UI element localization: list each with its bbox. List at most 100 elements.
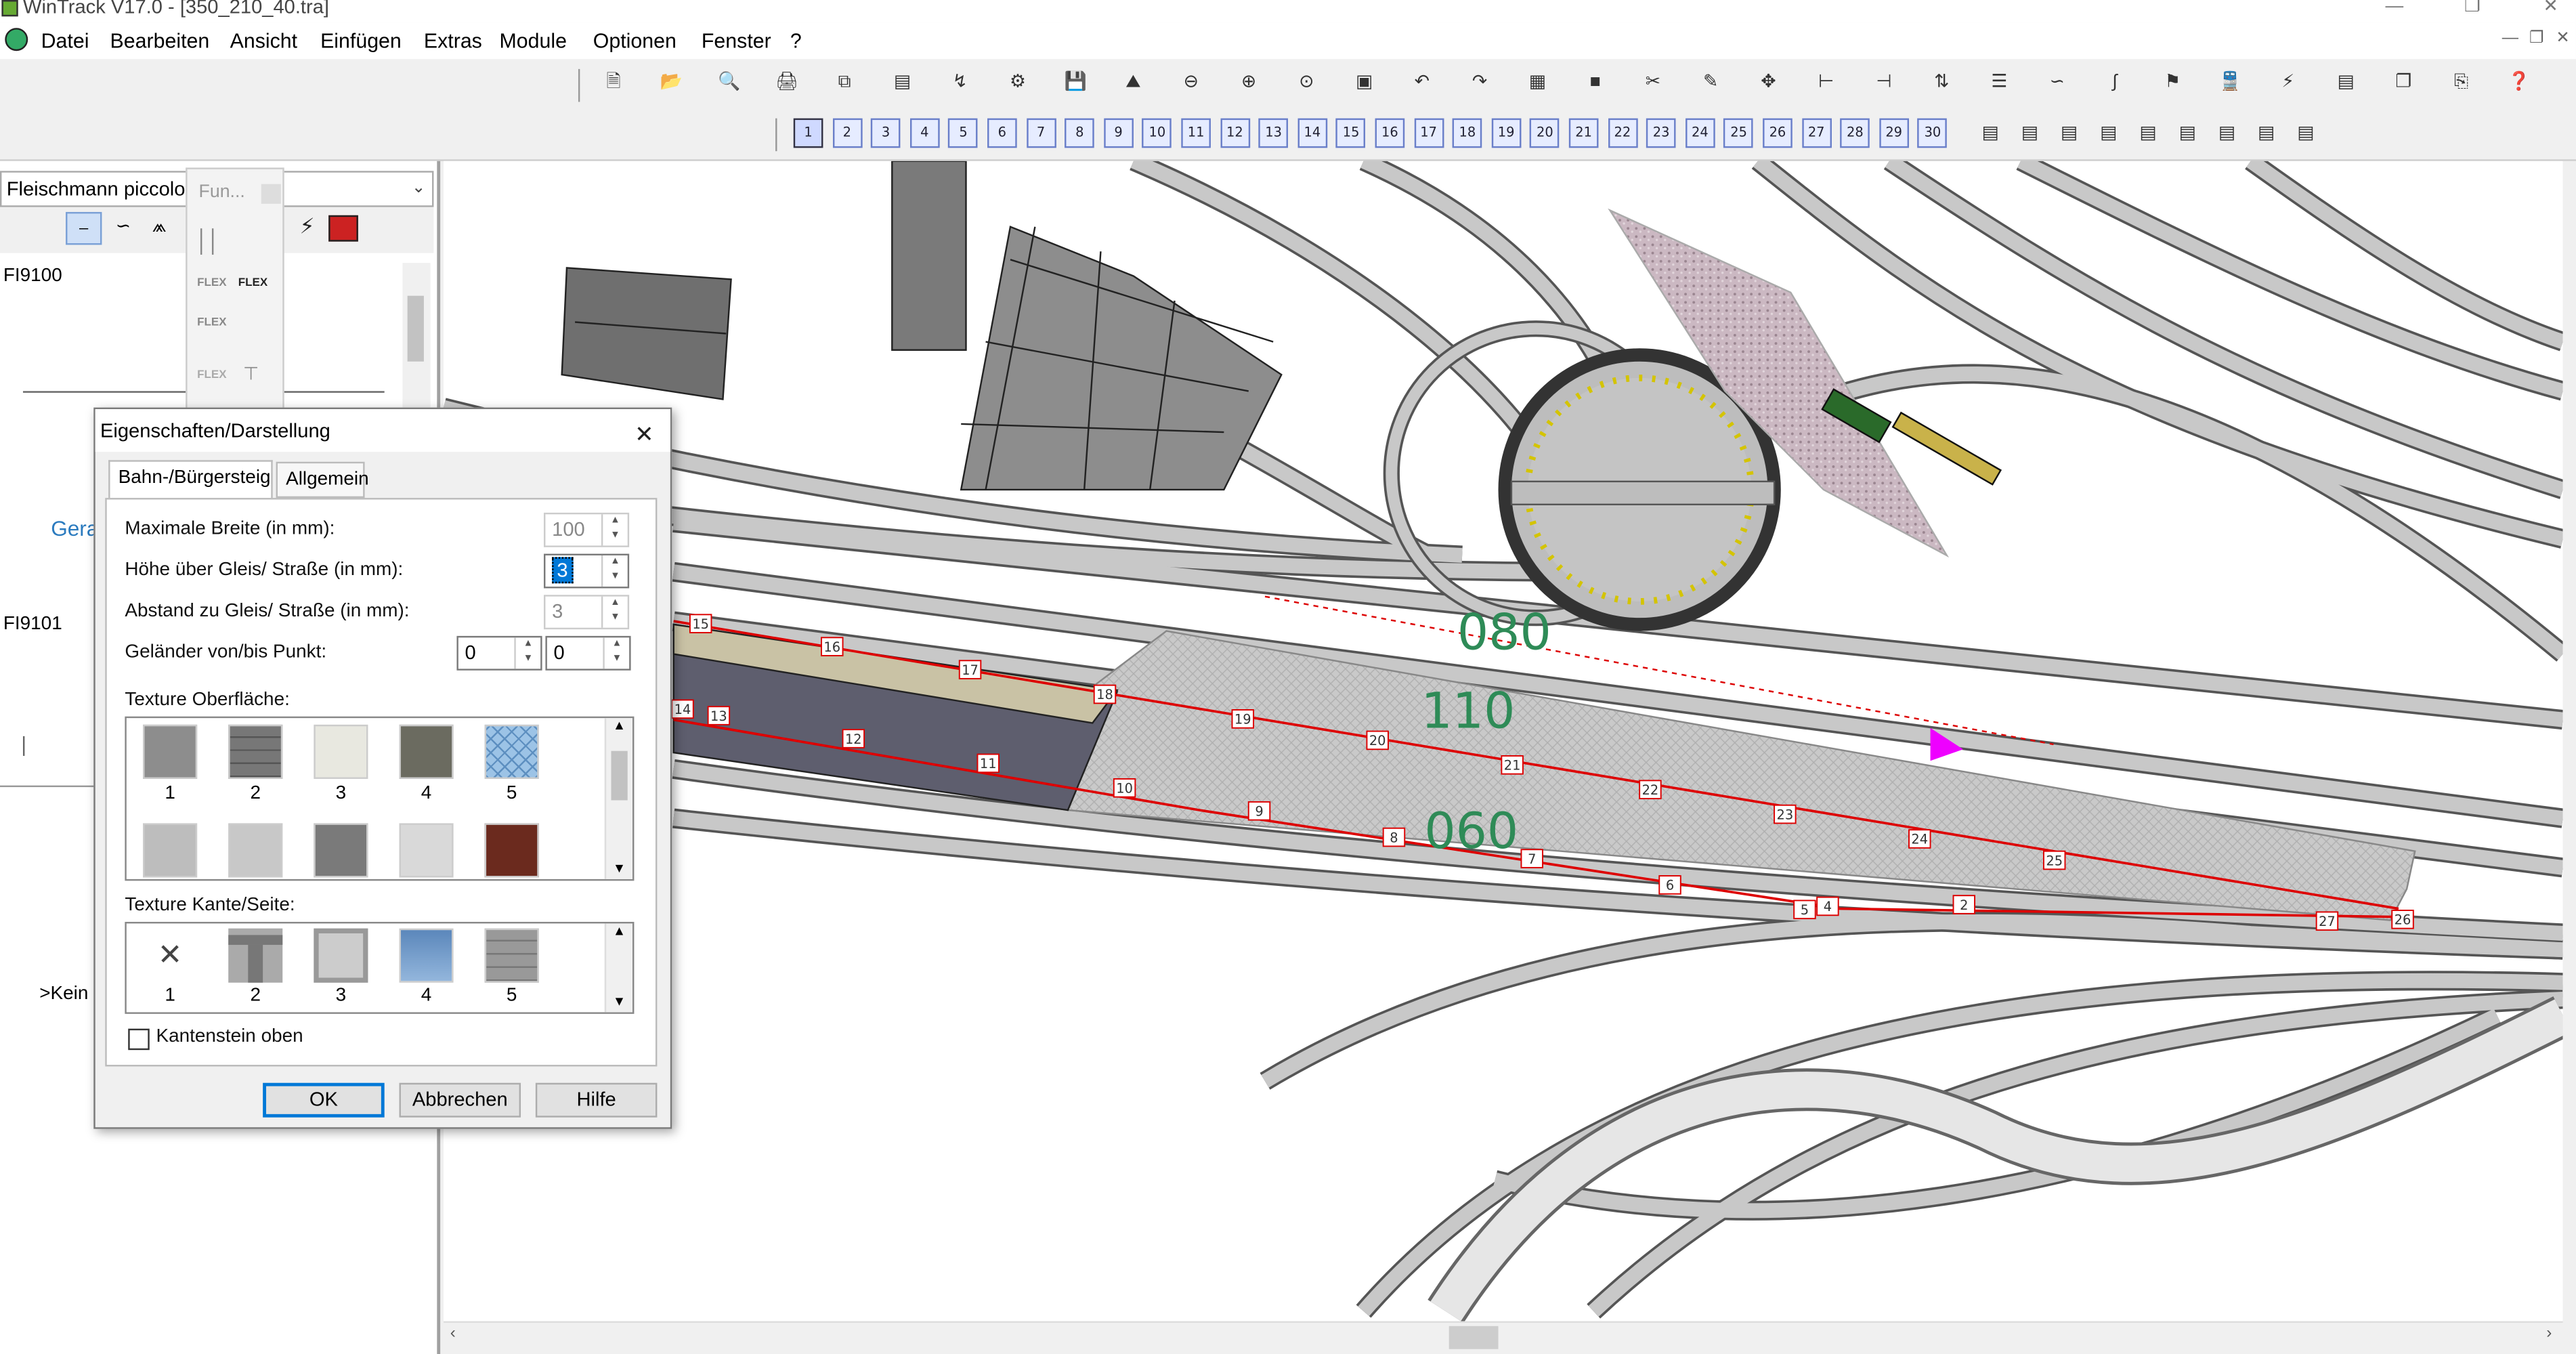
texture-swatch-5[interactable] [484, 724, 539, 779]
edge-swatch-5[interactable] [484, 928, 539, 983]
lightning-icon[interactable]: ⚡ [2274, 69, 2302, 97]
building[interactable] [561, 267, 732, 400]
help-button[interactable]: Hilfe [535, 1082, 658, 1118]
layer-button-12[interactable]: 12 [1220, 118, 1250, 148]
horizontal-scrollbar[interactable]: ‹ › [444, 1321, 2563, 1351]
flex-180-icon[interactable]: FLEX [238, 278, 267, 289]
layer-button-7[interactable]: 7 [1026, 118, 1056, 148]
distance-field[interactable]: 3 ▲ ▼ [544, 595, 630, 630]
page-icon[interactable]: ▤ [888, 69, 916, 97]
layer-button-19[interactable]: 19 [1491, 118, 1521, 148]
copy-icon[interactable]: ❐ [2390, 69, 2418, 97]
help-icon[interactable]: ❓ [2505, 69, 2533, 97]
vertical-scrollbar[interactable] [2562, 161, 2576, 1321]
connect-icon[interactable]: ⊢ [1812, 69, 1840, 97]
texture-swatch-9[interactable] [399, 823, 454, 878]
tree-item-fi9101[interactable]: FI9101 [3, 614, 62, 634]
layer-button-5[interactable]: 5 [948, 118, 979, 148]
railing-from-field[interactable]: 0 ▲ ▼ [456, 635, 542, 671]
ok-button[interactable]: OK [263, 1082, 385, 1118]
paste-icon[interactable]: ⎘ [2447, 69, 2475, 97]
texture-swatch-7[interactable] [228, 823, 283, 878]
signal-icon[interactable]: ⚑ [2159, 69, 2187, 97]
mdi-close-icon[interactable]: ✕ [2550, 30, 2576, 53]
layer-edit-icon[interactable]: ▤ [2016, 120, 2044, 148]
layer-button-17[interactable]: 17 [1413, 118, 1444, 148]
layer-button-13[interactable]: 13 [1258, 118, 1289, 148]
railing-to-field[interactable]: 0 ▲ ▼ [545, 635, 631, 671]
grid-icon[interactable]: ▦ [1524, 69, 1551, 97]
layer-button-1[interactable]: 1 [793, 118, 823, 148]
layer-button-14[interactable]: 14 [1297, 118, 1327, 148]
turnout-icon[interactable]: ⩕ [144, 212, 174, 245]
palette-close-icon[interactable] [261, 184, 281, 204]
split-icon[interactable]: ⊣ [1870, 69, 1897, 97]
layer-button-8[interactable]: 8 [1065, 118, 1095, 148]
menu-optionen[interactable]: Optionen [593, 30, 677, 53]
texture-edge-list[interactable]: ✕ 1 2 3 4 5 ▲ ▼ [125, 921, 635, 1014]
layer-button-29[interactable]: 29 [1879, 118, 1909, 148]
layer-button-20[interactable]: 20 [1530, 118, 1560, 148]
open-icon[interactable]: 📂 [658, 69, 685, 97]
layer-button-30[interactable]: 30 [1918, 118, 1948, 148]
layer-button-24[interactable]: 24 [1685, 118, 1715, 148]
spinner-arrows-icon[interactable]: ▲ ▼ [603, 637, 629, 669]
zoom-window-icon[interactable]: ▣ [1350, 69, 1378, 97]
texture-swatch-4[interactable] [399, 724, 454, 779]
curve-track-icon[interactable]: ∽ [108, 212, 138, 245]
chevron-up-icon[interactable]: ▲ [613, 923, 626, 938]
new-icon[interactable]: 🗎 [599, 69, 627, 97]
straight-track-icon[interactable]: ⎯ [66, 211, 102, 245]
spinner-arrows-icon[interactable]: ▲ ▼ [601, 514, 628, 546]
flex-split-icon[interactable]: FLEX [197, 370, 226, 381]
mdi-restore-icon[interactable]: ❐ [2523, 30, 2550, 53]
menu-datei[interactable]: Datei [41, 30, 89, 53]
library-icon[interactable]: ▤ [2332, 69, 2359, 97]
texture-edge-scrollbar[interactable]: ▲ ▼ [604, 923, 633, 1013]
texture-swatch-10[interactable] [484, 823, 539, 878]
layers-icon[interactable]: ▤ [1976, 120, 2004, 148]
pencil-icon[interactable]: ✎ [1697, 69, 1725, 97]
kantenstein-checkbox[interactable] [128, 1028, 150, 1051]
align-icon[interactable]: ⊤ [243, 363, 259, 385]
texture-surface-list[interactable]: 1 2 3 4 5 ▲ ▼ [125, 716, 635, 881]
settings-icon[interactable]: ⚙ [1004, 69, 1031, 97]
layer-button-10[interactable]: 10 [1142, 118, 1172, 148]
menu-help[interactable]: ? [790, 30, 802, 53]
minimize-icon[interactable]: — [2386, 0, 2404, 16]
parallel-icon[interactable] [200, 228, 214, 255]
no-texture-icon[interactable]: ✕ [143, 929, 197, 983]
train-wagon[interactable] [1891, 411, 2002, 486]
height-icon[interactable]: ⇅ [1928, 69, 1956, 97]
edge-swatch-3[interactable] [314, 928, 368, 983]
max-width-field[interactable]: 100 ▲ ▼ [544, 512, 630, 547]
layer-button-2[interactable]: 2 [832, 118, 862, 148]
mdi-minimize-icon[interactable]: — [2497, 30, 2524, 53]
layer-button-3[interactable]: 3 [871, 118, 901, 148]
layer-button-23[interactable]: 23 [1646, 118, 1676, 148]
layer-button-11[interactable]: 11 [1181, 118, 1211, 148]
layer-button-22[interactable]: 22 [1608, 118, 1637, 148]
lightning-icon[interactable]: ⚡ [293, 212, 322, 245]
cut-icon[interactable]: ✂ [1639, 69, 1667, 97]
layer-button-27[interactable]: 27 [1801, 118, 1832, 148]
menu-fenster[interactable]: Fenster [702, 30, 771, 53]
view-3-icon[interactable]: ▤ [2213, 120, 2241, 148]
layer-button-21[interactable]: 21 [1568, 118, 1599, 148]
layer-button-16[interactable]: 16 [1375, 118, 1405, 148]
flex-icon[interactable]: ∽ [2043, 69, 2071, 97]
view-2-icon[interactable]: ▤ [2174, 120, 2202, 148]
menu-module[interactable]: Module [500, 30, 567, 53]
flex-icon[interactable]: FLEX [197, 278, 226, 289]
tree-item-fi9100[interactable]: FI9100 [3, 266, 62, 286]
layer-button-9[interactable]: 9 [1103, 118, 1134, 148]
layer-button-26[interactable]: 26 [1763, 118, 1793, 148]
rail-icon[interactable]: ☰ [1985, 69, 2013, 97]
document-icon[interactable] [5, 28, 28, 51]
zoom-in-icon[interactable]: ⊕ [1235, 69, 1262, 97]
restore-icon[interactable]: ❐ [2464, 0, 2481, 16]
chevron-down-icon[interactable]: ▼ [613, 861, 626, 876]
scroll-thumb[interactable] [1448, 1326, 1499, 1349]
edge-swatch-2[interactable] [228, 928, 283, 983]
texture-surface-scrollbar[interactable]: ▲ ▼ [604, 718, 633, 879]
